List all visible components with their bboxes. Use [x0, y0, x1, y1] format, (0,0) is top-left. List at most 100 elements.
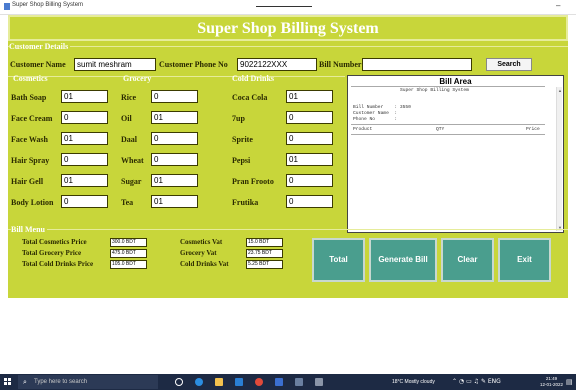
face-wash-label: Face Wash — [11, 135, 48, 144]
rice-input[interactable]: 0 — [151, 90, 198, 103]
search-button[interactable]: Search — [486, 58, 532, 71]
page-title: Super Shop Billing System — [197, 20, 379, 37]
7up-label: 7up — [232, 114, 245, 123]
wheat-label: Wheat — [121, 156, 144, 165]
generate-bill-button[interactable]: Generate Bill — [369, 238, 437, 282]
tea-input[interactable]: 01 — [151, 195, 198, 208]
clear-button[interactable]: Clear — [441, 238, 494, 282]
hair-gell-label: Hair Gell — [11, 177, 44, 186]
bill-header-divider — [351, 124, 545, 125]
cold-drinks-vat-label: Cold Drinks Vat — [180, 260, 229, 268]
bath-soap-label: Bath Soap — [11, 93, 47, 102]
wheat-input[interactable]: 0 — [151, 153, 198, 166]
daal-input[interactable]: 0 — [151, 132, 198, 145]
face-cream-label: Face Cream — [11, 114, 53, 123]
grocery-vat-label: Grocery Vat — [180, 249, 217, 257]
face-cream-input[interactable]: 0 — [61, 111, 108, 124]
weather-widget[interactable]: 18°C Mostly cloudy — [392, 379, 435, 385]
bill-number-input[interactable] — [362, 58, 472, 71]
bill-columns-divider — [351, 134, 545, 135]
customer-section-border — [8, 46, 568, 47]
notification-icon[interactable]: ▤ — [566, 378, 573, 386]
bill-menu-label: Bill Menu — [11, 225, 48, 234]
body-lotion-label: Body Lotion — [11, 198, 54, 207]
bill-col-price: Price — [526, 127, 540, 132]
customer-phone-input[interactable]: 9022122XXX — [237, 58, 317, 71]
bill-system-name: Super Shop Billing System — [400, 88, 469, 93]
sprite-label: Sprite — [232, 135, 253, 144]
frutika-input[interactable]: 0 — [286, 195, 333, 208]
face-wash-input[interactable]: 01 — [61, 132, 108, 145]
chrome-icon[interactable] — [255, 378, 263, 386]
bill-col-product: Product — [353, 127, 373, 132]
bill-area-panel[interactable]: Bill Area Super Shop Billing System Bill… — [347, 75, 564, 233]
scroll-up-icon[interactable]: ▲ — [558, 88, 562, 93]
pran-frooto-input[interactable]: 0 — [286, 174, 333, 187]
customer-name-input[interactable]: sumit meshram — [74, 58, 156, 71]
pepsi-label: Pepsi — [232, 156, 251, 165]
sprite-input[interactable]: 0 — [286, 132, 333, 145]
billing-app: Super Shop Billing System Customer Detai… — [8, 15, 568, 298]
exit-button[interactable]: Exit — [498, 238, 551, 282]
customer-phone-label: Customer Phone No — [159, 60, 228, 69]
cold-drinks-section-label: Cold Drinks — [232, 74, 275, 83]
bath-soap-input[interactable]: 01 — [61, 90, 108, 103]
system-tray-icons[interactable]: ⌃ ◔ ▭ ♫ ✎ ENG — [452, 378, 501, 385]
app-feather-icon — [4, 3, 10, 10]
daal-label: Daal — [121, 135, 137, 144]
edge-icon[interactable] — [195, 378, 203, 386]
tea-label: Tea — [121, 198, 134, 207]
cosmetics-section-label: Cosmetics — [13, 74, 48, 83]
7up-input[interactable]: 0 — [286, 111, 333, 124]
cosmetics-vat-field[interactable]: 15.0 BDT — [246, 238, 283, 247]
total-button[interactable]: Total — [312, 238, 365, 282]
grocery-vat-field[interactable]: 23.75 BDT — [246, 249, 283, 258]
bill-area-title: Bill Area — [439, 77, 472, 86]
clock-date: 12-01-2022 — [540, 382, 564, 387]
bill-phone-line: Phone No : — [353, 117, 398, 122]
app-header: Super Shop Billing System — [8, 15, 568, 41]
oil-label: Oil — [121, 114, 132, 123]
pepsi-input[interactable]: 01 — [286, 153, 333, 166]
hair-gell-input[interactable]: 01 — [61, 174, 108, 187]
taskbar-search-placeholder: Type here to search — [34, 379, 88, 385]
vscode-icon[interactable] — [235, 378, 243, 386]
taskbar-clock[interactable]: 21:49 12-01-2022 — [540, 376, 563, 388]
hair-spray-input[interactable]: 0 — [61, 153, 108, 166]
python-icon[interactable] — [295, 378, 303, 386]
windows-start-icon[interactable] — [4, 378, 12, 386]
task-view-icon[interactable] — [175, 378, 183, 386]
oil-input[interactable]: 01 — [151, 111, 198, 124]
coca-cola-input[interactable]: 01 — [286, 90, 333, 103]
total-cold-drinks-field[interactable]: 105.0 BDT — [110, 260, 147, 269]
bill-area-scrollbar[interactable]: ▲ ▼ — [556, 87, 562, 231]
sugar-input[interactable]: 01 — [151, 174, 198, 187]
app-icon[interactable] — [315, 378, 323, 386]
bill-customer-line: Customer Name : — [353, 111, 398, 116]
total-grocery-label: Total Grocery Price — [22, 249, 82, 257]
file-explorer-icon[interactable] — [215, 378, 223, 386]
total-grocery-field[interactable]: 475.0 BDT — [110, 249, 147, 258]
cold-drinks-vat-field[interactable]: 5.25 BDT — [246, 260, 283, 269]
bill-area-divider — [351, 86, 545, 87]
search-icon: ⌕ — [23, 378, 27, 386]
rice-label: Rice — [121, 93, 137, 102]
windows-taskbar: ⌕ Type here to search 18°C Mostly cloudy… — [0, 374, 576, 390]
body-lotion-input[interactable]: 0 — [61, 195, 108, 208]
store-icon[interactable] — [275, 378, 283, 386]
pran-frooto-label: Pran Frooto — [232, 177, 274, 186]
bill-menu-border — [8, 229, 568, 230]
total-cold-drinks-label: Total Cold Drinks Price — [22, 260, 94, 268]
customer-section-label: Customer Details — [9, 42, 71, 51]
minimize-icon[interactable]: – — [556, 1, 560, 10]
window-title: Super Shop Billing System — [12, 2, 84, 8]
sugar-label: Sugar — [121, 177, 142, 186]
titlebar-scroll-indicator — [256, 6, 312, 7]
taskbar-search-box[interactable]: ⌕ Type here to search — [18, 375, 158, 389]
frutika-label: Frutika — [232, 198, 259, 207]
bill-number-line: Bill Number : 3550 — [353, 105, 411, 110]
grocery-section-label: Grocery — [123, 74, 152, 83]
customer-name-label: Customer Name — [10, 60, 66, 69]
total-cosmetics-field[interactable]: 300.0 BDT — [110, 238, 147, 247]
coca-cola-label: Coca Cola — [232, 93, 268, 102]
